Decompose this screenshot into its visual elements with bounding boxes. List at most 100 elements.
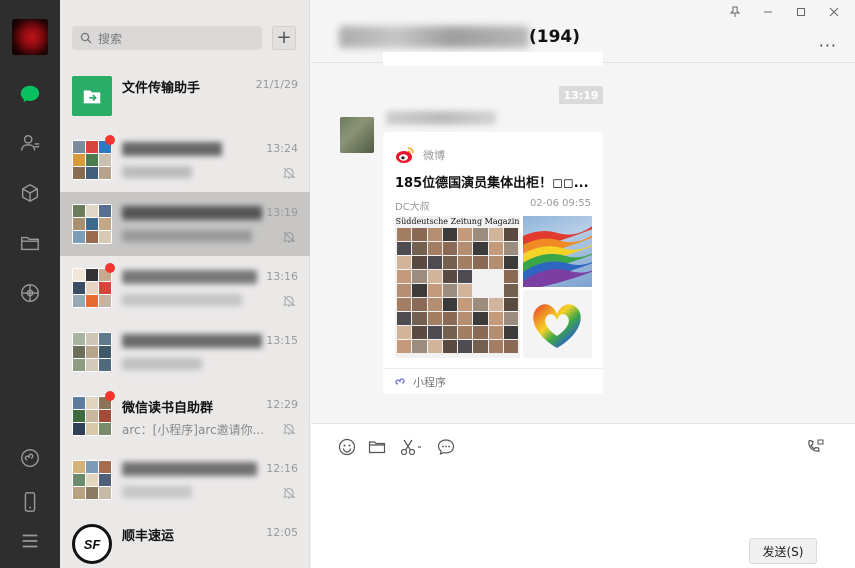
conversation-item[interactable]: 13:15 — [60, 320, 310, 384]
conversation-preview-redacted — [122, 486, 192, 498]
send-button[interactable]: 发送(S) — [749, 538, 817, 564]
portrait-tile — [412, 270, 427, 283]
phone-icon[interactable] — [18, 490, 42, 514]
conversation-item[interactable]: SF 顺丰速运 12:05 — [60, 512, 310, 568]
portrait-tile — [503, 270, 518, 283]
portrait-tile — [412, 228, 427, 241]
pin-icon[interactable] — [728, 6, 742, 21]
portrait-tile — [503, 256, 518, 269]
mute-bell-icon — [282, 231, 296, 243]
conversation-time: 13:15 — [266, 334, 298, 347]
conversation-item[interactable]: 13:16 — [60, 256, 310, 320]
file-transfer-icon — [72, 76, 112, 116]
search-box[interactable]: 搜索 — [72, 26, 262, 50]
sender-avatar[interactable] — [340, 117, 374, 153]
portrait-tile — [427, 284, 442, 297]
portrait-tile — [442, 270, 457, 283]
portrait-tile — [412, 284, 427, 297]
conversation-name: 顺丰速运 — [122, 529, 175, 544]
portrait-tile — [442, 228, 457, 241]
portrait-tile — [458, 256, 473, 269]
search-placeholder: 搜索 — [98, 31, 123, 46]
close-icon[interactable] — [827, 6, 841, 20]
magazine-masthead: Süddeutsche Zeitung Magazin — [395, 217, 520, 226]
conversation-name-redacted — [122, 334, 262, 348]
weibo-icon — [396, 147, 414, 163]
portrait-tile — [488, 284, 503, 297]
mini-program-icon — [395, 377, 405, 385]
file-folder-icon[interactable] — [367, 437, 387, 457]
portrait-tile — [397, 242, 412, 255]
chat-title-redacted — [339, 26, 529, 48]
unread-dot — [105, 135, 115, 145]
card-author: DC大叔 — [395, 202, 430, 213]
conversation-preview-redacted — [122, 294, 242, 306]
conversation-name-redacted — [122, 462, 257, 476]
portrait-tile — [412, 326, 427, 339]
rainbow-flag-image — [523, 216, 592, 287]
card-source: 微博 — [395, 146, 445, 164]
conversation-item[interactable]: 12:16 — [60, 448, 310, 512]
portrait-tile — [412, 340, 427, 353]
moments-icon[interactable] — [18, 281, 42, 305]
portrait-tile — [503, 326, 518, 339]
maximize-icon[interactable] — [794, 6, 808, 20]
start-chat-button[interactable]: + — [272, 26, 296, 50]
group-avatar — [72, 332, 112, 372]
more-options-icon[interactable]: ··· — [819, 36, 837, 55]
portrait-tile — [442, 340, 457, 353]
mini-programs-icon[interactable] — [18, 446, 42, 470]
conversation-preview-redacted — [122, 358, 202, 370]
portrait-tile — [397, 256, 412, 269]
menu-icon[interactable] — [18, 529, 42, 553]
portrait-tile — [488, 242, 503, 255]
previous-message-card[interactable] — [383, 52, 603, 66]
portrait-tile — [488, 270, 503, 283]
conversation-name: 微信读书自助群 — [122, 401, 214, 416]
magazine-cover-image: Süddeutsche Zeitung Magazin — [395, 216, 520, 358]
screenshot-scissors-icon[interactable] — [399, 437, 425, 457]
card-footer-label: 小程序 — [413, 375, 446, 389]
conversation-preview-redacted — [122, 230, 252, 242]
my-avatar[interactable] — [12, 19, 48, 55]
conversation-item[interactable]: 13:24 — [60, 128, 310, 192]
portrait-tile — [412, 256, 427, 269]
portrait-tile — [503, 298, 518, 311]
conversation-time: 12:05 — [266, 526, 298, 539]
conversation-name-redacted — [122, 206, 262, 220]
folder-icon[interactable] — [18, 231, 42, 255]
message-input-area[interactable]: 发送(S) — [311, 423, 855, 568]
group-avatar — [72, 396, 112, 436]
portrait-tile — [397, 312, 412, 325]
conversation-name-redacted — [122, 142, 222, 156]
favorites-icon[interactable] — [18, 181, 42, 205]
chat-history-icon[interactable] — [436, 437, 456, 457]
conversation-time: 13:16 — [266, 270, 298, 283]
portrait-tile — [503, 312, 518, 325]
emoji-icon[interactable] — [337, 437, 357, 457]
conversation-item[interactable]: 文件传输助手 21/1/29 — [60, 64, 310, 128]
left-nav — [0, 0, 60, 568]
conversation-time: 12:29 — [266, 398, 298, 411]
search-icon — [80, 32, 92, 44]
conversation-item[interactable]: 微信读书自助群 12:29 arc：[小程序]arc邀请你... — [60, 384, 310, 448]
mini-program-card[interactable]: 微博 185位德国演员集体出柜！◻◻... DC大叔 02-06 09:55 S… — [383, 132, 603, 394]
portrait-tile — [488, 340, 503, 353]
chat-member-count: (194) — [529, 27, 581, 47]
chat-icon[interactable] — [18, 82, 42, 106]
group-avatar — [72, 140, 112, 180]
contacts-icon[interactable] — [18, 131, 42, 155]
video-call-icon[interactable] — [806, 437, 826, 457]
mute-bell-icon — [282, 423, 296, 435]
portrait-tile — [473, 326, 488, 339]
card-date: 02-06 09:55 — [529, 198, 591, 209]
portrait-tile — [473, 256, 488, 269]
portrait-tile — [442, 326, 457, 339]
conversation-item-active[interactable]: 13:19 — [60, 192, 310, 256]
minimize-icon[interactable] — [761, 6, 775, 20]
portrait-tile — [458, 298, 473, 311]
portrait-tile — [442, 312, 457, 325]
unread-dot — [105, 391, 115, 401]
portrait-tile — [412, 312, 427, 325]
portrait-tile — [442, 298, 457, 311]
